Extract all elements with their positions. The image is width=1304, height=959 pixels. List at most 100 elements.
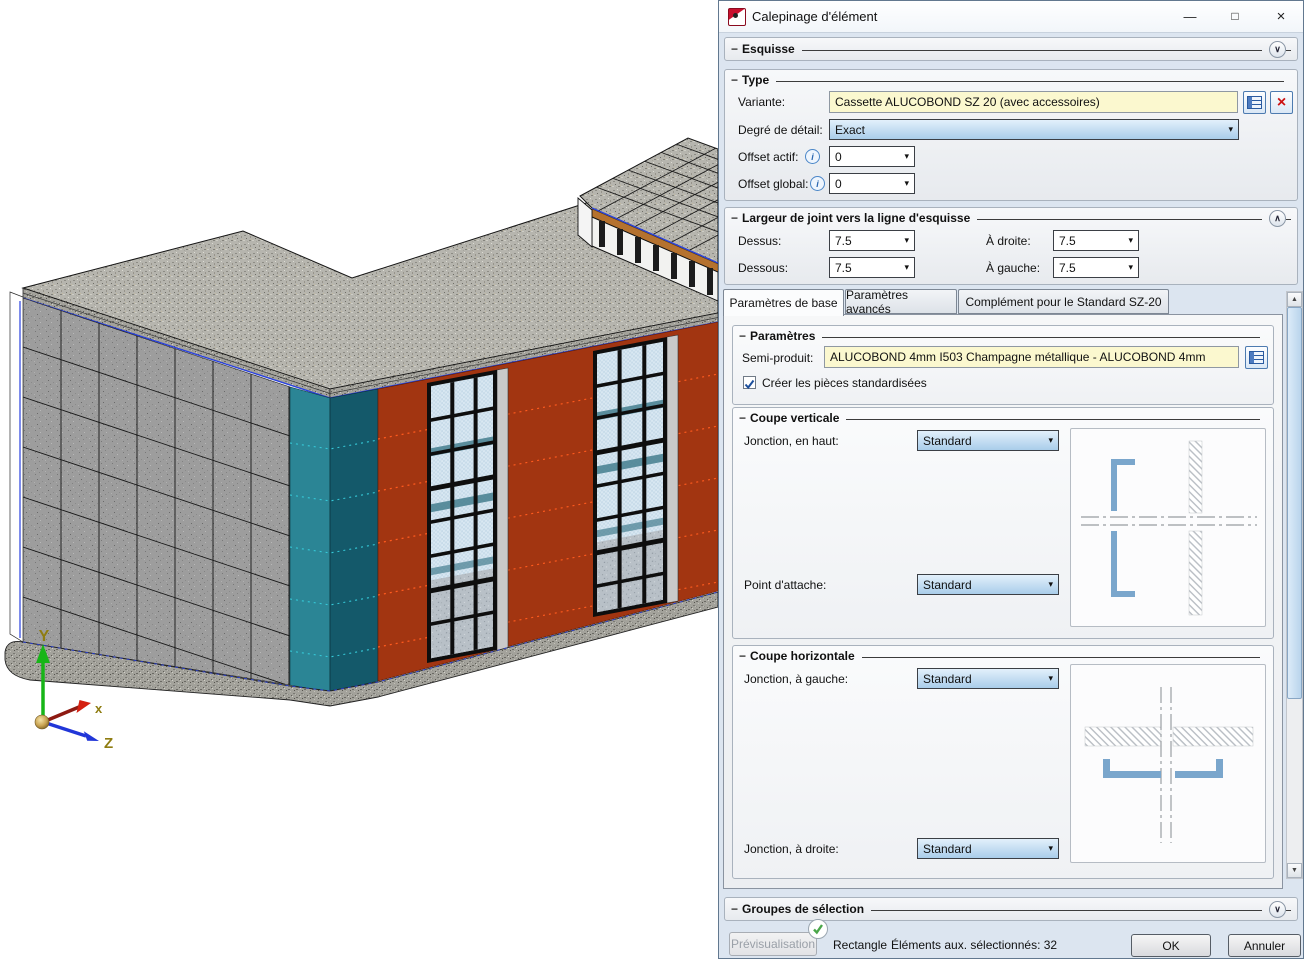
- check-icon: [744, 379, 755, 390]
- section-groupes-label: Groupes de sélection: [742, 902, 864, 916]
- z-axis-arrow: [43, 722, 86, 736]
- y-axis-label: Y: [39, 628, 50, 645]
- dialog-titlebar[interactable]: Calepinage d'élément — □ ×: [719, 1, 1303, 33]
- section-coupe-horizontale: − Coupe horizontale Jonction, à gauche: …: [732, 645, 1274, 879]
- dropdown-arrow-icon: ▾: [1044, 673, 1053, 684]
- coupe-verticale-preview: [1070, 428, 1266, 627]
- check-icon: [812, 923, 824, 935]
- scrollbar-vertical[interactable]: ▲ ▼: [1286, 291, 1303, 879]
- dropdown-arrow-icon: ▾: [1224, 124, 1233, 135]
- table-icon: [1247, 96, 1262, 109]
- section-type-label: Type: [742, 73, 769, 87]
- selection-count-label: Éléments aux. sélectionnés: 32: [891, 938, 1057, 952]
- dropdown-arrow-icon: ▾: [900, 235, 909, 246]
- degre-detail-dropdown[interactable]: Exact ▾: [829, 119, 1239, 140]
- preview-check-badge: [808, 919, 828, 939]
- teal-corner-panels: [290, 387, 378, 692]
- chevron-down-icon[interactable]: ∨: [1269, 901, 1286, 918]
- jonction-a-droite-label: Jonction, à droite:: [744, 842, 839, 856]
- close-button[interactable]: ×: [1266, 1, 1296, 31]
- dessous-label: Dessous:: [738, 261, 788, 275]
- info-icon[interactable]: i: [805, 149, 820, 164]
- jonction-a-gauche-label: Jonction, à gauche:: [744, 672, 848, 686]
- jonction-en-haut-label: Jonction, en haut:: [744, 434, 839, 448]
- a-droite-label: À droite:: [986, 234, 1031, 248]
- semi-produit-field[interactable]: ALUCOBOND 4mm I503 Champagne métallique …: [824, 346, 1239, 368]
- dropdown-arrow-icon: ▾: [1044, 579, 1053, 590]
- degre-detail-label: Degré de détail:: [738, 123, 823, 137]
- a-gauche-label: À gauche:: [986, 261, 1040, 275]
- section-esquisse: − Esquisse ∨: [724, 37, 1298, 61]
- section-esquisse-label: Esquisse: [742, 42, 795, 56]
- dialog-title: Calepinage d'élément: [752, 9, 877, 24]
- x-axis-label: x: [95, 701, 103, 716]
- viewport-3d[interactable]: Y x Z: [0, 0, 718, 959]
- window: [427, 368, 508, 663]
- info-icon[interactable]: i: [810, 176, 825, 191]
- scroll-down-button[interactable]: ▼: [1287, 863, 1302, 878]
- offset-global-dropdown[interactable]: 0 ▾: [829, 173, 915, 194]
- collapse-dash-icon: −: [731, 42, 738, 56]
- dropdown-arrow-icon: ▾: [900, 262, 909, 273]
- offset-actif-dropdown[interactable]: 0 ▾: [829, 146, 915, 167]
- dessous-dropdown[interactable]: 7.5▾: [829, 257, 915, 278]
- chevron-down-icon[interactable]: ∨: [1269, 41, 1286, 58]
- ok-button[interactable]: OK: [1131, 934, 1211, 957]
- dropdown-arrow-icon: ▾: [1124, 235, 1133, 246]
- collapse-dash-icon: −: [731, 211, 738, 225]
- a-gauche-dropdown[interactable]: 7.5▾: [1053, 257, 1139, 278]
- red-x-icon: ×: [1277, 95, 1286, 111]
- variante-delete-button[interactable]: ×: [1270, 91, 1293, 114]
- table-icon: [1249, 351, 1264, 364]
- dessus-label: Dessus:: [738, 234, 781, 248]
- minimize-button[interactable]: —: [1175, 1, 1205, 31]
- dropdown-arrow-icon: ▾: [900, 178, 909, 189]
- section-largeur-label: Largeur de joint vers la ligne d'esquiss…: [742, 211, 970, 225]
- window: [593, 335, 678, 617]
- cancel-button[interactable]: Annuler: [1228, 934, 1301, 957]
- variante-label: Variante:: [738, 95, 785, 109]
- tab-panel: − Paramètres Semi-produit: ALUCOBOND 4mm…: [723, 314, 1283, 889]
- a-droite-dropdown[interactable]: 7.5▾: [1053, 230, 1139, 251]
- dessus-dropdown[interactable]: 7.5▾: [829, 230, 915, 251]
- point-attache-dropdown[interactable]: Standard ▾: [917, 574, 1059, 595]
- maximize-button[interactable]: □: [1220, 1, 1250, 31]
- axis-origin-sphere: [35, 715, 49, 729]
- scroll-up-button[interactable]: ▲: [1287, 292, 1302, 307]
- calepinage-dialog: Calepinage d'élément — □ × − Esquisse ∨ …: [718, 0, 1304, 959]
- vertical-section-diagram: [1071, 429, 1265, 626]
- offset-global-label: Offset global:: [738, 177, 809, 191]
- section-coupe-verticale: − Coupe verticale Jonction, en haut: Sta…: [732, 407, 1274, 639]
- semi-produit-browse-button[interactable]: [1245, 346, 1268, 369]
- jonction-en-haut-dropdown[interactable]: Standard ▾: [917, 430, 1059, 451]
- mode-label: Rectangle: [833, 938, 887, 952]
- dropdown-arrow-icon: ▾: [1044, 843, 1053, 854]
- jonction-a-gauche-dropdown[interactable]: Standard ▾: [917, 668, 1059, 689]
- variante-field[interactable]: Cassette ALUCOBOND SZ 20 (avec accessoir…: [829, 91, 1238, 113]
- tab-complement-standard[interactable]: Complément pour le Standard SZ-20: [958, 289, 1169, 314]
- section-coupe-horizontale-label: Coupe horizontale: [750, 649, 855, 663]
- tab-parametres-avances[interactable]: Paramètres avancés: [845, 289, 957, 314]
- dropdown-arrow-icon: ▾: [1044, 435, 1053, 446]
- point-attache-label: Point d'attache:: [744, 578, 826, 592]
- previsualisation-button[interactable]: Prévisualisation: [729, 932, 817, 956]
- offset-actif-label: Offset actif:: [738, 150, 798, 164]
- semi-produit-label: Semi-produit:: [742, 351, 813, 365]
- collapse-dash-icon: −: [739, 329, 746, 343]
- dropdown-arrow-icon: ▾: [1124, 262, 1133, 273]
- app-icon: [728, 8, 746, 26]
- tab-parametres-de-base[interactable]: Paramètres de base: [723, 289, 844, 316]
- section-coupe-verticale-label: Coupe verticale: [750, 411, 839, 425]
- scrollbar-thumb[interactable]: [1287, 307, 1302, 699]
- creer-pieces-checkbox[interactable]: [743, 376, 756, 389]
- creer-pieces-label: Créer les pièces standardisées: [762, 376, 927, 390]
- chevron-up-icon[interactable]: ∧: [1269, 210, 1286, 227]
- profile-bracket: [1111, 459, 1135, 597]
- dropdown-arrow-icon: ▾: [900, 151, 909, 162]
- jonction-a-droite-dropdown[interactable]: Standard ▾: [917, 838, 1059, 859]
- collapse-dash-icon: −: [739, 649, 746, 663]
- wall-left-edge: [10, 292, 23, 642]
- variante-browse-button[interactable]: [1243, 91, 1266, 114]
- collapse-dash-icon: −: [731, 902, 738, 916]
- collapse-dash-icon: −: [731, 73, 738, 87]
